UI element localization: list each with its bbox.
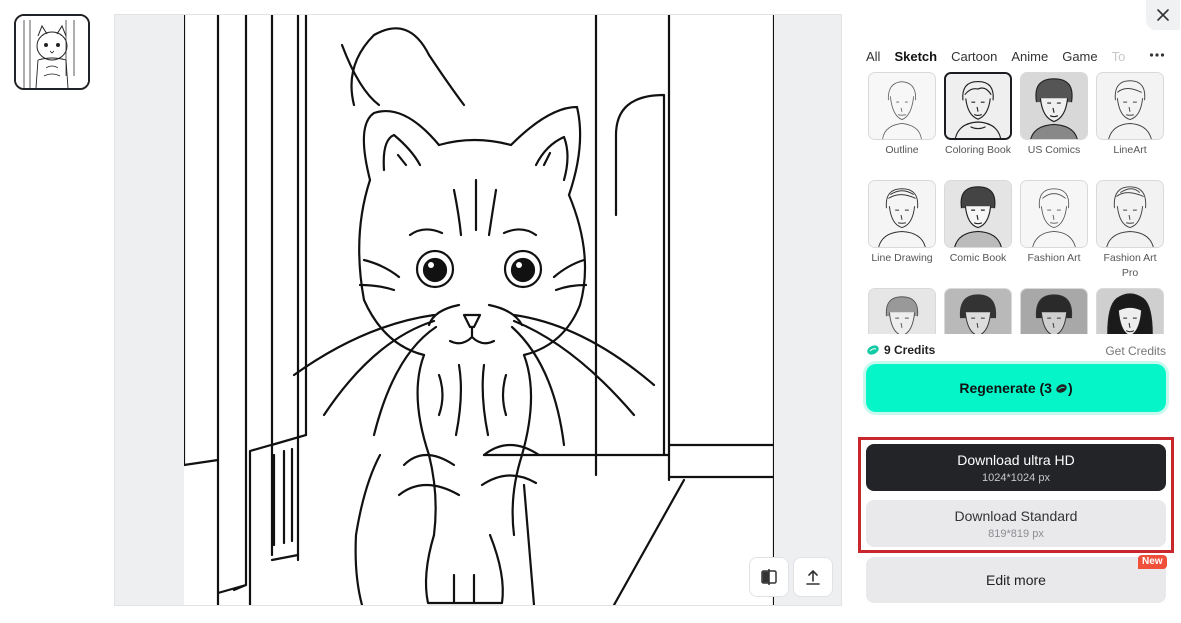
regenerate-button[interactable]: Regenerate (3 ) bbox=[866, 364, 1166, 412]
style-outline[interactable]: Outline bbox=[868, 72, 938, 158]
style-thumbnail bbox=[1096, 180, 1164, 248]
style-thumbnail bbox=[868, 288, 936, 334]
credits-balance: 9 Credits bbox=[866, 343, 935, 357]
upload-icon bbox=[806, 569, 820, 585]
cat-line-art bbox=[184, 15, 774, 605]
style-label: Outline bbox=[885, 144, 919, 156]
source-thumbnail[interactable] bbox=[14, 14, 90, 90]
style-lineart[interactable]: LineArt bbox=[1096, 72, 1166, 158]
bean-icon bbox=[1056, 383, 1067, 393]
style-option-12[interactable] bbox=[1096, 288, 1166, 334]
edit-more-button[interactable]: Edit more bbox=[866, 557, 1166, 603]
regenerate-label: Regenerate (3 bbox=[959, 380, 1052, 396]
download-ultra-hd-size: 1024*1024 px bbox=[982, 471, 1050, 484]
download-standard-label: Download Standard bbox=[954, 507, 1078, 524]
style-grid: Outline Coloring Book US Comics LineArt … bbox=[866, 70, 1166, 334]
style-thumbnail bbox=[944, 180, 1012, 248]
style-label: LineArt bbox=[1113, 144, 1147, 156]
generated-image[interactable] bbox=[184, 15, 774, 605]
edit-more-label: Edit more bbox=[986, 572, 1046, 588]
style-label: Coloring Book bbox=[945, 144, 1011, 156]
compare-icon bbox=[761, 569, 777, 585]
more-tabs-button[interactable] bbox=[1148, 46, 1166, 64]
bean-icon bbox=[867, 345, 879, 355]
style-us-comics[interactable]: US Comics bbox=[1020, 72, 1090, 158]
style-coloring-book[interactable]: Coloring Book bbox=[944, 72, 1014, 158]
download-ultra-hd-button[interactable]: Download ultra HD 1024*1024 px bbox=[866, 444, 1166, 491]
style-fashion-art-pro[interactable]: Fashion Art Pro bbox=[1096, 180, 1166, 281]
tab-game[interactable]: Game bbox=[1062, 49, 1097, 64]
style-option-10[interactable] bbox=[944, 288, 1014, 334]
style-comic-book[interactable]: Comic Book bbox=[944, 180, 1014, 266]
style-thumbnail bbox=[1020, 180, 1088, 248]
style-line-drawing[interactable]: Line Drawing bbox=[868, 180, 938, 266]
tab-overflow[interactable]: To bbox=[1112, 49, 1130, 64]
close-button[interactable] bbox=[1146, 0, 1180, 30]
tab-cartoon[interactable]: Cartoon bbox=[951, 49, 997, 64]
style-category-tabs: All Sketch Cartoon Anime Game To bbox=[866, 47, 1166, 65]
get-credits-link[interactable]: Get Credits bbox=[1105, 344, 1166, 358]
preview-canvas bbox=[114, 14, 842, 606]
compare-button[interactable] bbox=[749, 557, 789, 597]
style-thumbnail bbox=[868, 72, 936, 140]
style-label: Comic Book bbox=[949, 252, 1007, 264]
style-label: Line Drawing bbox=[871, 252, 933, 264]
style-thumbnail bbox=[1020, 288, 1088, 334]
style-thumbnail bbox=[944, 288, 1012, 334]
download-standard-size: 819*819 px bbox=[988, 527, 1044, 540]
export-button[interactable] bbox=[793, 557, 833, 597]
style-label: US Comics bbox=[1027, 144, 1081, 156]
new-badge: New bbox=[1138, 555, 1167, 569]
style-thumbnail bbox=[1020, 72, 1088, 140]
tab-anime[interactable]: Anime bbox=[1011, 49, 1048, 64]
regenerate-suffix: ) bbox=[1067, 380, 1073, 396]
style-label: Fashion Art bbox=[1027, 252, 1081, 264]
style-thumbnail bbox=[944, 72, 1012, 140]
tab-sketch[interactable]: Sketch bbox=[894, 49, 937, 64]
style-thumbnail bbox=[1096, 72, 1164, 140]
style-fashion-art[interactable]: Fashion Art bbox=[1020, 180, 1090, 266]
tab-all[interactable]: All bbox=[866, 49, 880, 64]
style-option-9[interactable] bbox=[868, 288, 938, 334]
more-dots-icon bbox=[1149, 53, 1165, 57]
close-icon bbox=[1157, 9, 1169, 21]
style-label: Fashion Art Pro bbox=[1103, 252, 1157, 279]
download-standard-button[interactable]: Download Standard 819*819 px bbox=[866, 500, 1166, 547]
style-option-11[interactable] bbox=[1020, 288, 1090, 334]
download-ultra-hd-label: Download ultra HD bbox=[957, 451, 1075, 468]
cat-thumbnail-image bbox=[16, 16, 88, 88]
style-thumbnail bbox=[1096, 288, 1164, 334]
credits-label: 9 Credits bbox=[884, 343, 936, 357]
style-thumbnail bbox=[868, 180, 936, 248]
